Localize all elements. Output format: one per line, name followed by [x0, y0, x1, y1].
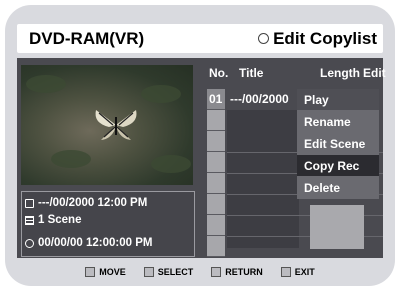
row-number-cell[interactable] — [207, 110, 225, 131]
footer-bar: MOVE SELECT RETURN EXIT — [17, 262, 383, 282]
scene-icon — [25, 215, 34, 225]
col-header-length: Length — [320, 66, 360, 80]
row-number-cell[interactable] — [207, 131, 225, 152]
clock-icon — [25, 238, 34, 248]
butterfly-image — [95, 110, 137, 140]
mode-label: Edit Copylist — [273, 29, 377, 48]
info-date: ---/00/2000 12:00 PM — [38, 197, 148, 209]
row-number-cell[interactable] — [207, 215, 225, 236]
mode-label-wrap: Edit Copylist — [258, 29, 377, 49]
footer-move-label: MOVE — [99, 267, 126, 277]
row-number-cell[interactable] — [207, 152, 225, 173]
menu-item-edit-scene[interactable]: Edit Scene — [297, 133, 379, 155]
edit-popup-menu: Play Rename Edit Scene Copy Rec Delete — [297, 89, 379, 199]
footer-return-label: RETURN — [225, 267, 263, 277]
menu-item-rename[interactable]: Rename — [297, 111, 379, 133]
col-header-edit: Edit — [363, 66, 386, 80]
select-icon — [143, 267, 154, 277]
footer-return: RETURN — [211, 267, 263, 277]
info-scenes: 1 Scene — [38, 214, 82, 226]
title-column-bg — [227, 110, 299, 248]
title-bar: DVD-RAM(VR) Edit Copylist — [17, 24, 383, 53]
main-panel: ---/00/2000 12:00 PM 1 Scene 00/00/00 12… — [17, 58, 386, 258]
row-number-cell[interactable] — [207, 173, 225, 194]
disc-icon — [25, 198, 34, 208]
return-icon — [211, 267, 222, 277]
info-scenes-row: 1 Scene — [25, 213, 81, 227]
info-time: 00/00/00 12:00:00 PM — [38, 237, 153, 249]
row-number-cell[interactable] — [207, 236, 225, 257]
footer-exit: EXIT — [280, 267, 315, 277]
menu-item-copy-rec[interactable]: Copy Rec — [297, 155, 379, 177]
row-number-cell[interactable] — [207, 194, 225, 215]
row-number-cell[interactable]: 01 — [207, 89, 225, 110]
disc-type-label: DVD-RAM(VR) — [29, 29, 145, 48]
video-preview — [21, 65, 193, 185]
menu-item-delete[interactable]: Delete — [297, 177, 379, 199]
exit-icon — [280, 267, 291, 277]
col-header-no: No. — [209, 66, 229, 80]
footer-exit-label: EXIT — [294, 267, 315, 277]
footer-move: MOVE — [85, 267, 126, 277]
footer-select-label: SELECT — [157, 267, 194, 277]
recording-info: ---/00/2000 12:00 PM 1 Scene 00/00/00 12… — [21, 191, 195, 257]
menu-item-play[interactable]: Play — [297, 89, 379, 111]
circle-icon — [258, 32, 270, 44]
footer-select: SELECT — [143, 267, 194, 277]
col-header-title: Title — [239, 66, 264, 80]
entry-title[interactable]: ---/00/2000 — [230, 92, 289, 106]
info-date-row: ---/00/2000 12:00 PM — [25, 196, 147, 210]
move-icon — [85, 267, 96, 277]
length-placeholder — [310, 205, 364, 249]
info-time-row: 00/00/00 12:00:00 PM — [25, 236, 152, 250]
row-number: 01 — [209, 92, 223, 106]
